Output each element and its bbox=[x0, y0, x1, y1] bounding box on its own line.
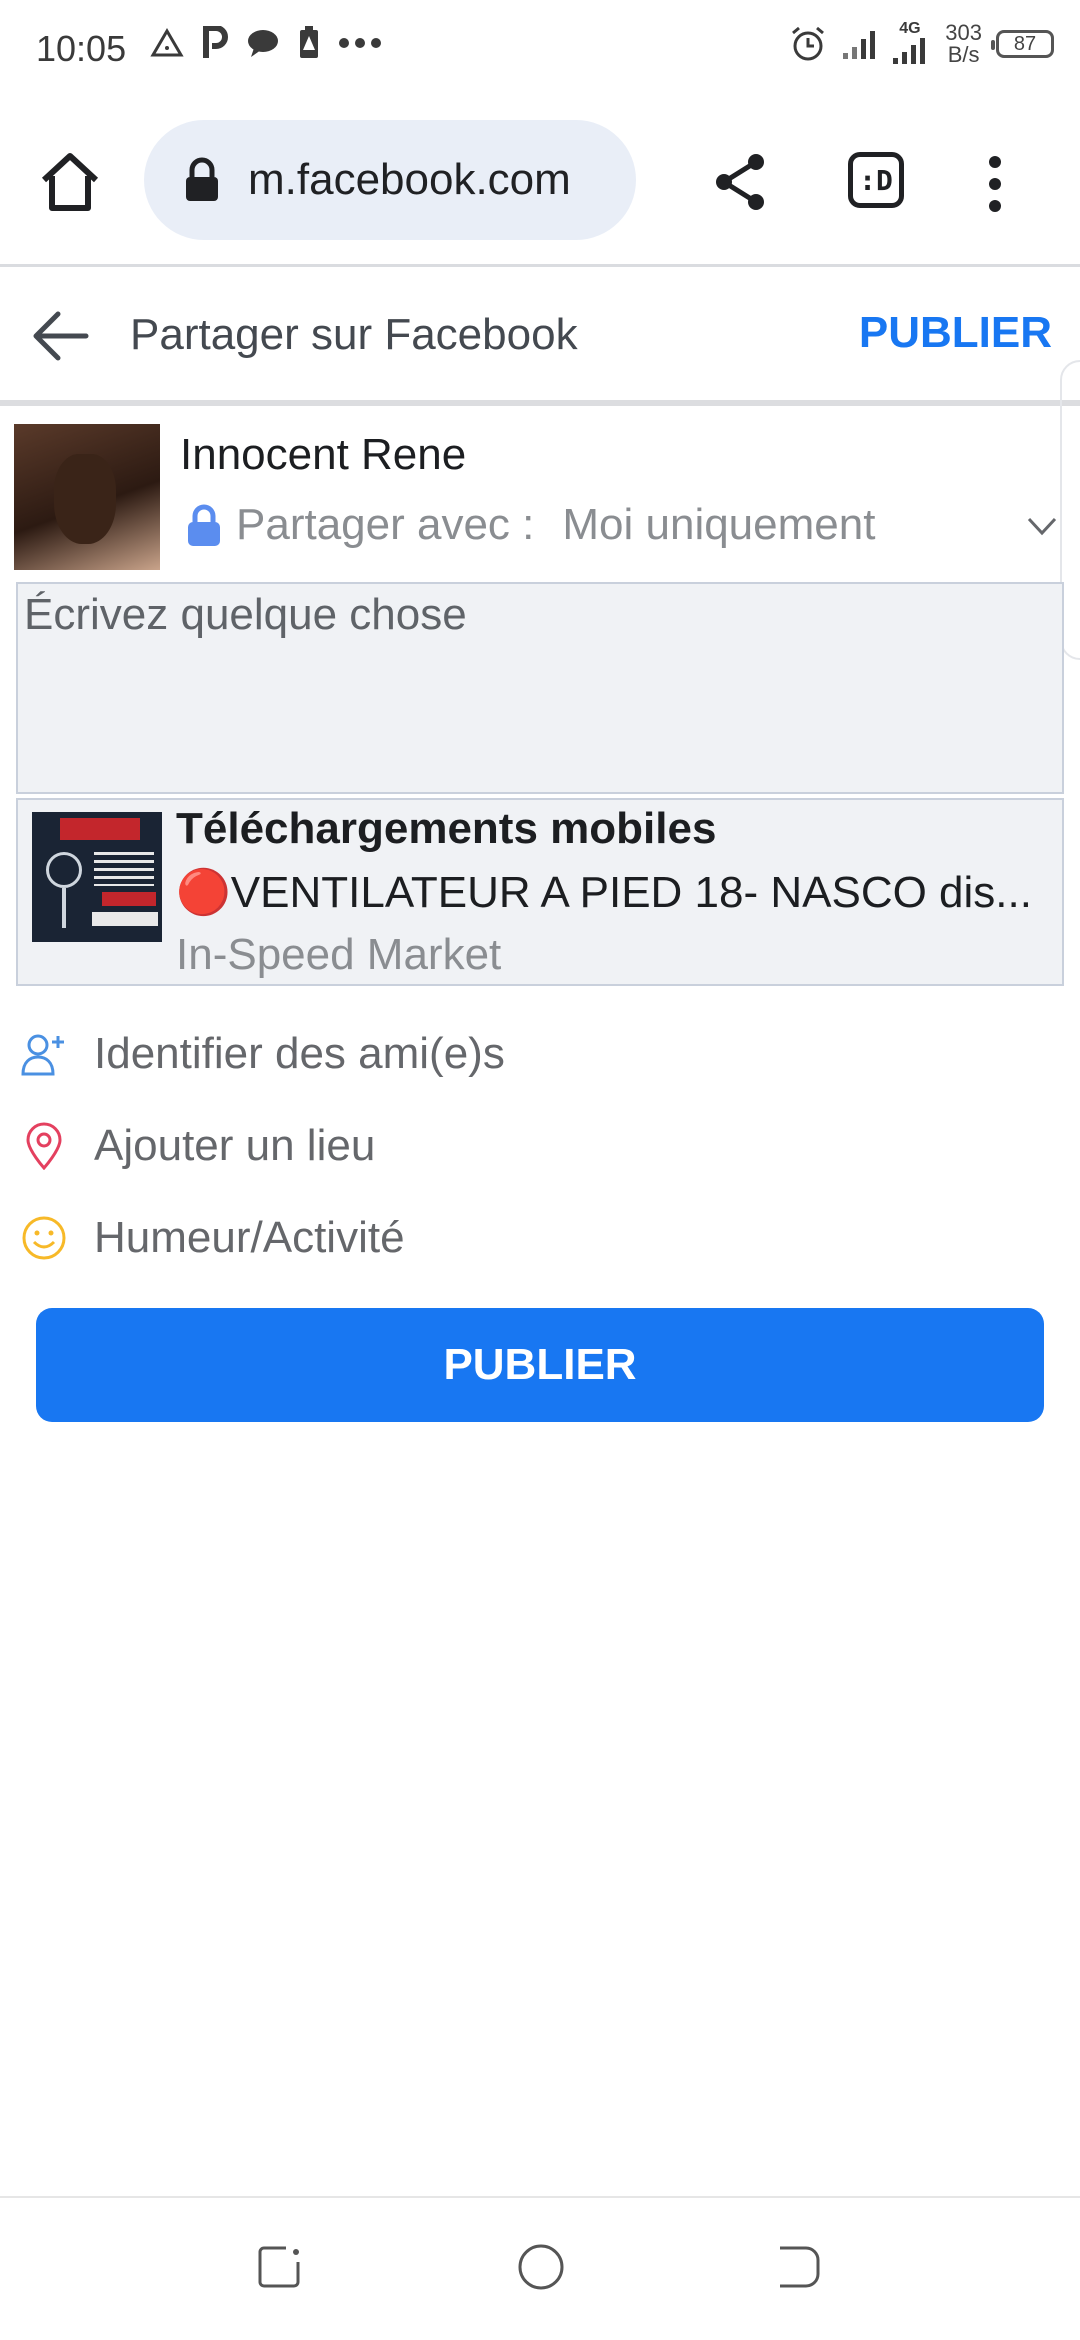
back-arrow-icon[interactable] bbox=[30, 310, 90, 362]
more-dots-icon bbox=[339, 38, 381, 48]
share-icon[interactable] bbox=[710, 150, 770, 214]
browser-toolbar: m.facebook.com :D bbox=[0, 110, 1080, 260]
privacy-value: Moi uniquement bbox=[562, 500, 876, 549]
link-thumbnail bbox=[32, 812, 162, 942]
signal-4g-icon: 4G bbox=[891, 20, 931, 64]
avatar bbox=[14, 424, 160, 570]
feeling-activity-label: Humeur/Activité bbox=[94, 1213, 405, 1262]
back-nav-icon[interactable] bbox=[776, 2244, 822, 2290]
link-source: In-Speed Market bbox=[176, 930, 502, 979]
chevron-down-icon[interactable] bbox=[1026, 514, 1058, 538]
feeling-activity-row[interactable]: Humeur/Activité bbox=[0, 1198, 1080, 1278]
header-divider bbox=[0, 400, 1080, 406]
add-friend-icon bbox=[21, 1034, 64, 1076]
add-location-label: Ajouter un lieu bbox=[94, 1121, 376, 1170]
home-icon[interactable] bbox=[38, 150, 102, 214]
network-speed: 303 B/s bbox=[945, 22, 982, 66]
tag-friends-label: Identifier des ami(e)s bbox=[94, 1029, 505, 1078]
battery-indicator: 87 bbox=[991, 30, 1054, 58]
post-text-input[interactable]: Écrivez quelque chose bbox=[16, 582, 1064, 794]
speed-unit: B/s bbox=[947, 42, 980, 67]
add-location-row[interactable]: Ajouter un lieu bbox=[0, 1106, 1080, 1186]
page-title: Partager sur Facebook bbox=[130, 310, 578, 359]
page-header: Partager sur Facebook PUBLIER bbox=[0, 270, 1080, 400]
signal-icon bbox=[843, 31, 876, 59]
link-description: 🔴VENTILATEUR A PIED 18- NASCO dis... bbox=[176, 868, 1032, 917]
tag-friends-row[interactable]: Identifier des ami(e)s bbox=[0, 1014, 1080, 1094]
privacy-lock-icon bbox=[188, 504, 220, 546]
url-bar[interactable]: m.facebook.com bbox=[144, 120, 636, 240]
user-name: Innocent Rene bbox=[180, 430, 467, 479]
lock-icon bbox=[186, 157, 218, 201]
publish-header-button[interactable]: PUBLIER bbox=[859, 308, 1052, 358]
battery-alert-icon bbox=[300, 26, 318, 58]
tab-switcher-button[interactable]: :D bbox=[848, 152, 904, 208]
recent-apps-icon[interactable] bbox=[256, 2244, 302, 2290]
home-nav-icon[interactable] bbox=[516, 2242, 566, 2292]
alert-triangle-icon bbox=[150, 28, 184, 57]
smiley-icon bbox=[22, 1216, 66, 1260]
system-navigation-bar bbox=[0, 2198, 1080, 2340]
alarm-icon bbox=[792, 26, 825, 61]
location-pin-icon bbox=[26, 1122, 62, 1170]
privacy-label: Partager avec : bbox=[236, 500, 535, 549]
status-time: 10:05 bbox=[36, 28, 127, 69]
system-icons: 4G 303 B/s 87 bbox=[789, 20, 1054, 66]
chat-bubble-icon bbox=[248, 30, 278, 57]
speed-value: 303 bbox=[945, 20, 982, 45]
overflow-menu-icon[interactable] bbox=[980, 154, 1010, 214]
notification-icons bbox=[150, 26, 382, 60]
link-preview-card[interactable]: Téléchargements mobiles 🔴VENTILATEUR A P… bbox=[16, 798, 1064, 986]
link-title: Téléchargements mobiles bbox=[176, 804, 717, 853]
p-app-icon bbox=[203, 26, 228, 58]
toolbar-divider bbox=[0, 264, 1080, 267]
privacy-selector[interactable]: Partager avec : Moi uniquement bbox=[186, 500, 875, 550]
status-bar: 10:05 4G 303 B/s 87 bbox=[0, 0, 1080, 96]
publish-button[interactable]: PUBLIER bbox=[36, 1308, 1044, 1422]
url-text: m.facebook.com bbox=[248, 155, 571, 204]
